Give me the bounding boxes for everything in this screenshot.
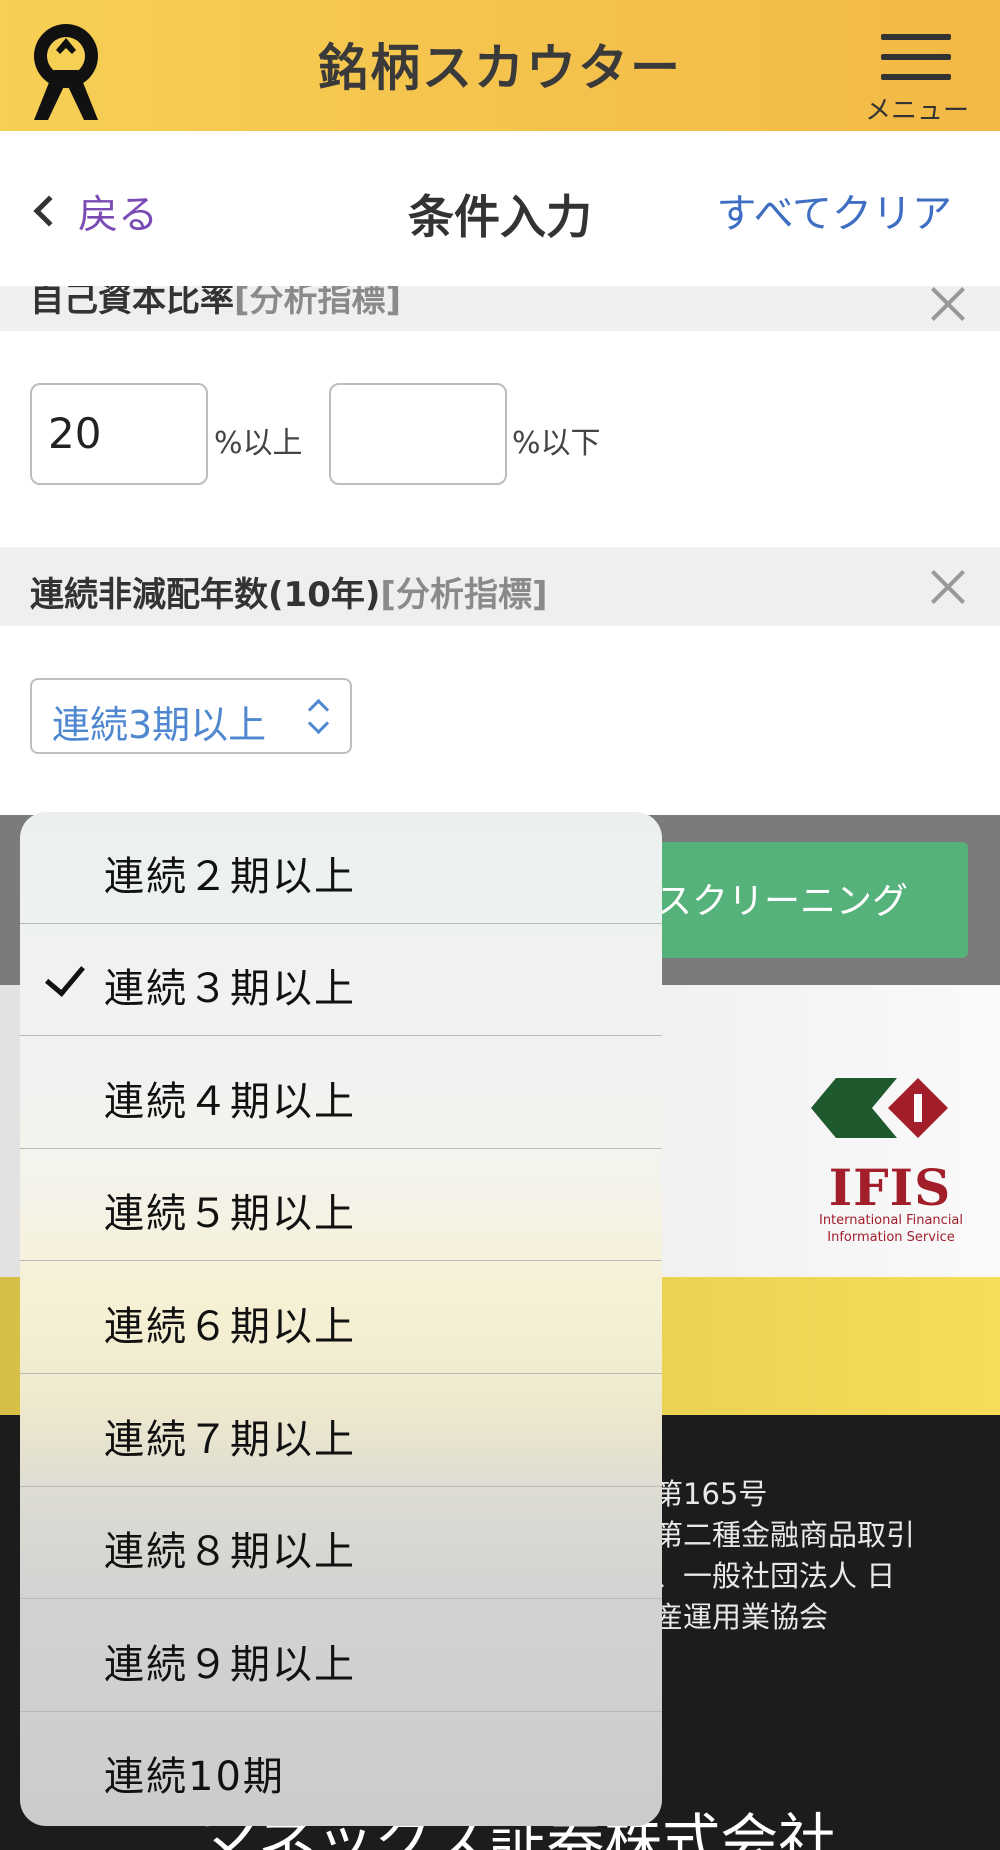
picker-option-label: 連続７期以上 — [104, 1417, 356, 1463]
dividend-years-selected-value: 連続3期以上 — [52, 703, 267, 747]
picker-option[interactable]: 連続４期以上 — [20, 1037, 662, 1149]
picker-option-selected[interactable]: 連続３期以上 — [20, 924, 662, 1036]
dividend-years-title: 連続非減配年数(10年)[分析指標] — [30, 575, 548, 615]
equity-ratio-min-unit: %以上 — [214, 426, 303, 461]
picker-option-label: 連続10期 — [104, 1754, 285, 1800]
picker-option[interactable]: 連続６期以上 — [20, 1262, 662, 1374]
screening-button-label: スクリーニング — [656, 881, 909, 922]
picker-option[interactable]: 連続９期以上 — [20, 1600, 662, 1712]
dividend-years-select[interactable]: 連続3期以上 — [30, 678, 352, 754]
equity-ratio-remove-icon[interactable] — [930, 286, 966, 322]
checkmark-icon — [45, 955, 85, 997]
picker-option-label: 連続６期以上 — [104, 1304, 356, 1350]
equity-ratio-header: 自己資本比率[分析指標] — [0, 286, 1000, 331]
dividend-years-picker: 連続２期以上 連続３期以上 連続４期以上 連続５期以上 連続６期以上 連続７期以… — [20, 812, 662, 1826]
equity-ratio-max-input[interactable] — [329, 383, 507, 485]
picker-option[interactable]: 連続10期 — [20, 1712, 662, 1824]
clear-all-button[interactable]: すべてクリア — [716, 181, 952, 239]
picker-option-label: 連続２期以上 — [104, 854, 356, 900]
dividend-years-header: 連続非減配年数(10年)[分析指標] — [0, 547, 1000, 626]
hamburger-icon — [881, 34, 951, 94]
equity-ratio-min-input[interactable]: 20 — [30, 383, 208, 485]
picker-option[interactable]: 連続７期以上 — [20, 1375, 662, 1487]
ifis-name: IFIS — [828, 1158, 952, 1217]
picker-option[interactable]: 連続２期以上 — [20, 812, 662, 924]
picker-option-label: 連続８期以上 — [104, 1529, 356, 1575]
picker-option[interactable]: 連続８期以上 — [20, 1487, 662, 1599]
picker-option-label: 連続３期以上 — [104, 966, 356, 1012]
select-arrows-icon — [306, 698, 330, 738]
equity-ratio-max-unit: %以下 — [512, 426, 601, 461]
ifis-subtitle: International Financial Information Serv… — [818, 1213, 964, 1245]
app-header: 銘柄スカウター メニュー — [0, 0, 1000, 131]
menu-button[interactable]: メニュー — [862, 30, 972, 126]
app-title: 銘柄スカウター — [318, 39, 682, 97]
dividend-years-remove-icon[interactable] — [930, 569, 966, 605]
screening-button[interactable]: スクリーニング — [640, 842, 968, 958]
menu-label: メニュー — [864, 96, 969, 126]
footer-registration-text: 第165号 第二種金融商品取引 、一般社団法人 日 産運用業協会 — [654, 1477, 916, 1634]
nav-bar: 戻る 条件入力 すべてクリア — [0, 131, 1000, 286]
picker-option[interactable]: 連続５期以上 — [20, 1149, 662, 1261]
picker-option-label: 連続４期以上 — [104, 1079, 356, 1125]
picker-option-label: 連続９期以上 — [104, 1642, 356, 1688]
picker-option-label: 連続５期以上 — [104, 1191, 356, 1237]
equity-ratio-title: 自己資本比率[分析指標] — [30, 286, 402, 320]
